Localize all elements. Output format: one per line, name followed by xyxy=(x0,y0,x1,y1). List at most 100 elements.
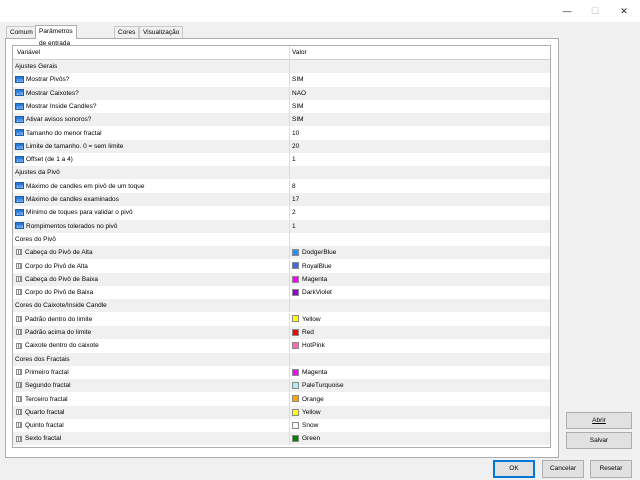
parameter-value: 20 xyxy=(292,142,300,150)
parameter-value: SIM xyxy=(292,102,304,110)
parameter-label: Rompimentos tolerados no pivô xyxy=(26,222,118,230)
numeric-param-icon: 123 xyxy=(15,155,24,163)
parameter-row[interactable]: 123 Offset (de 1 a 4) 1 xyxy=(13,153,550,167)
value-cell[interactable]: SIM xyxy=(289,113,550,127)
parameter-row[interactable]: Corpo do Pivô de Baixa DarkViolet xyxy=(13,286,550,300)
parameter-row[interactable]: 123 Mínimo de toques para validar o pivô 2 xyxy=(13,206,550,220)
value-cell xyxy=(289,352,550,366)
maximize-button[interactable]: ☐ xyxy=(580,0,610,22)
parameter-row[interactable]: Cabeça do Pivô de Baixa Magenta xyxy=(13,272,550,286)
parameter-row[interactable]: 123 Máximo de candles em pivô de um toque… xyxy=(13,179,550,193)
reset-button[interactable]: Resetar xyxy=(590,460,632,478)
value-cell[interactable]: PaleTurquoise xyxy=(289,379,550,393)
color-param-icon xyxy=(16,422,22,429)
value-cell[interactable]: 1 xyxy=(289,153,550,167)
parameter-row[interactable]: Quinto fractal Snow xyxy=(13,419,550,433)
value-cell[interactable]: Yellow xyxy=(289,405,550,419)
color-param-icon xyxy=(16,395,22,402)
value-cell[interactable]: 17 xyxy=(289,193,550,206)
parameter-row[interactable]: 123 Tamanho do menor fractal 10 xyxy=(13,126,550,140)
parameter-row[interactable]: Padrão dentro do limite Yellow xyxy=(13,312,550,326)
parameter-row[interactable]: Sexto fractal Green xyxy=(13,432,550,446)
value-cell[interactable]: Red xyxy=(289,326,550,339)
parameter-row[interactable]: Corpo do Pivô de Alta RoyalBlue xyxy=(13,259,550,273)
color-swatch xyxy=(292,315,299,323)
value-cell xyxy=(289,232,550,246)
color-swatch xyxy=(292,342,299,350)
section-label: Cores do Pivô xyxy=(15,235,56,243)
parameter-label: Padrão acima do limite xyxy=(25,329,92,336)
parameter-row[interactable]: Primeiro fractal Magenta xyxy=(13,365,550,379)
parameter-label: Mostrar Pivôs? xyxy=(26,76,70,84)
ok-button[interactable]: OK xyxy=(493,460,535,478)
parameter-value: Green xyxy=(302,435,321,443)
section-row: Cores dos Fractais xyxy=(13,352,550,366)
variable-cell: Padrão acima do limite xyxy=(13,326,290,339)
variable-cell: 123 Offset (de 1 a 4) xyxy=(13,153,290,166)
tab-parametros-de-entrada[interactable]: Parâmetros de entrada xyxy=(35,25,77,47)
parameter-row[interactable]: 123 Mostrar Pivôs? SIM xyxy=(13,73,550,87)
parameter-row[interactable]: 123 Mostrar Caixotes? NAO xyxy=(13,86,550,100)
value-cell[interactable]: Magenta xyxy=(289,272,550,286)
variable-cell: 123 Mostrar Pivôs? xyxy=(13,73,290,86)
variable-cell: Cores do Pivô xyxy=(13,233,290,246)
parameter-row[interactable]: 123 Rompimentos tolerados no pivô 1 xyxy=(13,219,550,233)
value-cell[interactable]: DarkViolet xyxy=(289,286,550,300)
cancel-button[interactable]: Cancelar xyxy=(542,460,584,478)
value-cell[interactable]: SIM xyxy=(289,73,550,87)
parameter-label: Tamanho do menor fractal xyxy=(26,129,102,137)
value-cell[interactable]: 10 xyxy=(289,126,550,140)
parameter-label: Quinto fractal xyxy=(25,422,64,430)
variable-cell: Padrão dentro do limite xyxy=(13,313,290,326)
variable-cell: Caixote dentro do caixote xyxy=(13,339,290,352)
minimize-button[interactable]: — xyxy=(552,0,582,22)
variable-cell: Quinto fractal xyxy=(13,419,290,432)
parameter-label: Primeiro fractal xyxy=(25,368,69,376)
color-param-icon xyxy=(16,329,22,336)
parameter-label: Sexto fractal xyxy=(25,435,62,443)
save-button[interactable]: Salvar xyxy=(566,432,632,449)
color-swatch xyxy=(292,328,299,336)
parameter-row[interactable]: 123 Máximo de candles examinados 17 xyxy=(13,193,550,206)
value-cell[interactable]: Orange xyxy=(289,392,550,406)
section-label: Cores dos Fractais xyxy=(15,355,70,363)
value-cell[interactable]: Magenta xyxy=(289,365,550,379)
value-cell[interactable]: 2 xyxy=(289,206,550,220)
value-cell[interactable]: 20 xyxy=(289,139,550,153)
parameter-row[interactable]: Terceiro fractal Orange xyxy=(13,392,550,406)
value-cell[interactable]: 1 xyxy=(289,219,550,233)
variable-cell: 123 Tamanho do menor fractal xyxy=(13,127,290,140)
parameter-row[interactable]: 123 Limite de tamanho. 0 = sem limite 20 xyxy=(13,139,550,153)
parameter-value: Yellow xyxy=(302,315,321,323)
value-cell[interactable]: Green xyxy=(289,432,550,446)
close-button[interactable]: ✕ xyxy=(609,0,639,22)
variable-cell: Corpo do Pivô de Baixa xyxy=(13,286,290,299)
parameter-label: Offset (de 1 a 4) xyxy=(26,156,73,164)
value-cell[interactable]: 8 xyxy=(289,179,550,193)
parameter-label: Ativar avisos sonoros? xyxy=(26,116,92,124)
parameter-row[interactable]: Caixote dentro do caixote HotPink xyxy=(13,339,550,353)
value-cell[interactable]: DodgerBlue xyxy=(289,246,550,260)
parameter-row[interactable]: Quarto fractal Yellow xyxy=(13,405,550,419)
value-cell[interactable]: Yellow xyxy=(289,312,550,326)
variable-cell: 123 Rompimentos tolerados no pivô xyxy=(13,220,290,233)
value-cell[interactable]: Snow xyxy=(289,419,550,433)
column-header-value[interactable]: Valor xyxy=(289,46,550,59)
parameter-row[interactable]: Cabeça do Pivô de Alta DodgerBlue xyxy=(13,246,550,260)
value-cell[interactable]: HotPink xyxy=(289,339,550,353)
open-button[interactable]: Abrir xyxy=(566,412,632,429)
parameter-row[interactable]: 123 Ativar avisos sonoros? SIM xyxy=(13,113,550,127)
parameter-row[interactable]: 123 Mostrar Inside Candles? SIM xyxy=(13,99,550,113)
value-cell[interactable]: NAO xyxy=(289,86,550,100)
color-swatch xyxy=(292,262,299,270)
parameter-row[interactable]: Segundo fractal PaleTurquoise xyxy=(13,379,550,393)
parameter-label: Cabeça do Pivô de Baixa xyxy=(25,275,98,283)
section-label: Ajustes Gerais xyxy=(15,63,58,70)
parameter-row[interactable]: Padrão acima do limite Red xyxy=(13,326,550,339)
numeric-param-icon: 123 xyxy=(15,182,24,190)
value-cell[interactable]: SIM xyxy=(289,99,550,113)
numeric-param-icon: 123 xyxy=(15,142,24,150)
color-param-icon xyxy=(16,342,22,349)
variable-cell: 123 Mostrar Caixotes? xyxy=(13,87,290,100)
value-cell[interactable]: RoyalBlue xyxy=(289,259,550,273)
